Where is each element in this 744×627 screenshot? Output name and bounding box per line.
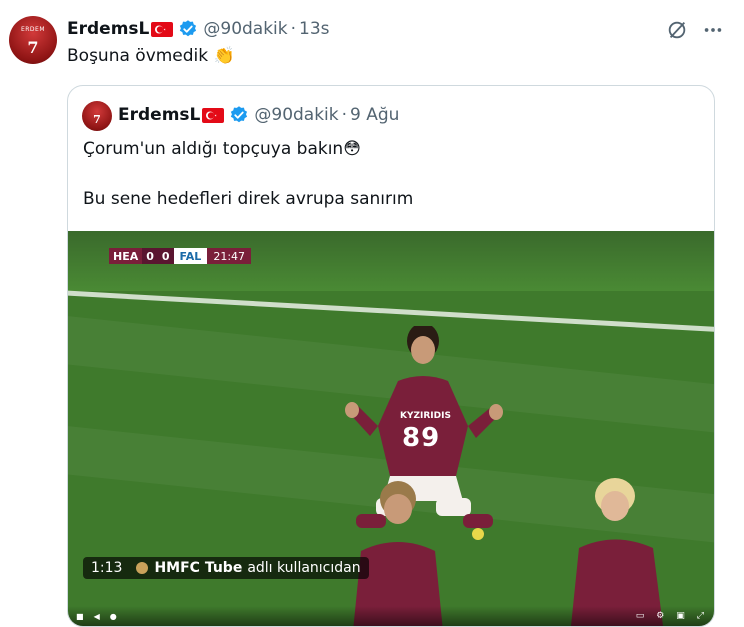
author-name[interactable]: ErdemsL — [67, 19, 149, 39]
match-clock: 21:47 — [207, 248, 252, 264]
away-score: 0 — [157, 248, 174, 264]
avatar-text: ERDEM — [20, 26, 46, 33]
quote-time[interactable]: 9 Ağu — [350, 105, 399, 125]
avatar-number: 7 — [27, 38, 39, 57]
tweet-text: Boşuna övmedik 👏 — [67, 46, 235, 66]
player-figure-secondary — [353, 481, 443, 626]
separator-dot: · — [341, 105, 348, 125]
quote-avatar[interactable]: 7 — [82, 101, 112, 131]
video-controls — [68, 606, 714, 626]
source-channel[interactable]: HMFC Tube — [154, 560, 242, 576]
avatar[interactable]: ERDEM 7 — [9, 16, 57, 64]
quote-header: ErdemsL @90dakik · 9 Ağu — [118, 105, 399, 125]
scoreboard: HEA 0 0 FAL 21:47 — [109, 248, 252, 264]
separator-dot: · — [290, 19, 297, 39]
quote-author-handle[interactable]: @90dakik — [254, 105, 338, 125]
grok-icon[interactable] — [666, 19, 688, 41]
video-info-overlay: 1:13 HMFC Tube adlı kullanıcıdan — [83, 557, 369, 579]
tweet-time[interactable]: 13s — [299, 19, 330, 39]
channel-logo-icon — [136, 562, 149, 574]
home-score: 0 — [142, 248, 158, 264]
quoted-tweet[interactable]: 7 ErdemsL @90dakik · 9 Ağu Çorum'un aldı… — [67, 85, 715, 627]
away-team: FAL — [173, 248, 208, 264]
video-controls-right: ▭ ⚙ ▣ ⤢ — [636, 611, 704, 621]
volume-icon[interactable]: ◀ — [94, 612, 100, 621]
tweet-actions-top — [666, 19, 724, 41]
turkey-flag-icon — [202, 107, 225, 123]
quote-avatar-number: 7 — [93, 113, 101, 126]
video-controls-left: ■ ◀ ● — [76, 612, 117, 621]
quote-author-name[interactable]: ErdemsL — [118, 105, 200, 125]
video-player[interactable]: HEA 0 0 FAL 21:47 KYZIRIDIS 89 1:13 HMFC… — [68, 231, 714, 626]
source-suffix: adlı kullanıcıdan — [247, 560, 361, 576]
quote-text-line-1: Çorum'un aldığı topçuya bakın😳 — [83, 139, 361, 159]
video-duration: 1:13 — [91, 560, 123, 576]
verified-badge-icon — [178, 19, 198, 39]
pip-icon[interactable]: ▣ — [676, 611, 685, 621]
home-team: HEA — [109, 248, 143, 264]
tweet-header: ErdemsL @90dakik · 13s — [67, 19, 330, 39]
player-number: 89 — [402, 423, 441, 453]
player-name: KYZIRIDIS — [400, 411, 451, 421]
live-indicator-icon: ● — [109, 612, 117, 621]
fullscreen-icon[interactable]: ⤢ — [697, 611, 704, 621]
captions-icon[interactable]: ▭ — [636, 611, 645, 621]
quote-text-line-2: Bu sene hedefleri direk avrupa sanırım — [83, 189, 414, 209]
more-icon[interactable] — [702, 19, 724, 41]
author-handle[interactable]: @90dakik — [203, 19, 287, 39]
settings-icon[interactable]: ⚙ — [656, 611, 664, 621]
player-figure-secondary — [571, 478, 663, 626]
verified-badge-icon — [229, 105, 249, 125]
play-icon[interactable]: ■ — [76, 612, 84, 621]
turkey-flag-icon — [151, 21, 174, 37]
